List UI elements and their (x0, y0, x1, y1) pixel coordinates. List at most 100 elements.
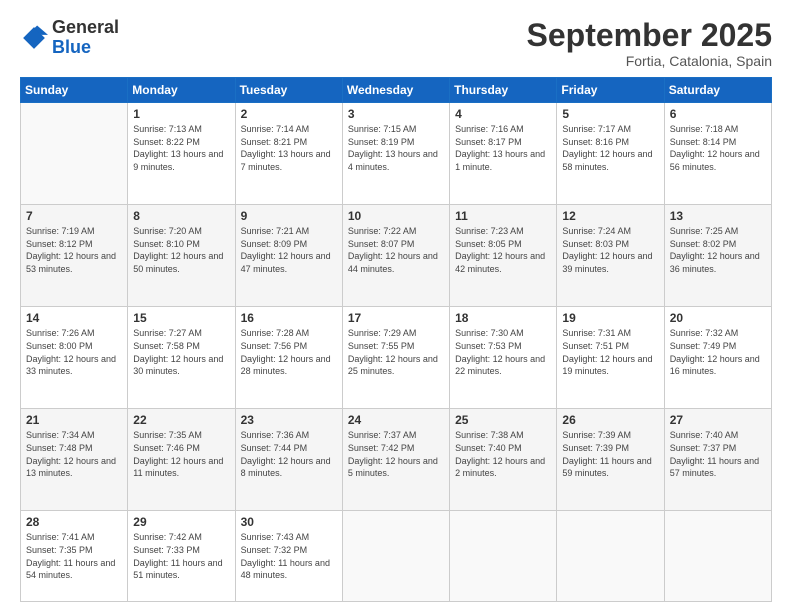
week-row-2: 7 Sunrise: 7:19 AMSunset: 8:12 PMDaylight… (21, 205, 772, 307)
day-header-wednesday: Wednesday (342, 78, 449, 103)
day-info: Sunrise: 7:14 AMSunset: 8:21 PMDaylight:… (241, 123, 337, 173)
day-info: Sunrise: 7:42 AMSunset: 7:33 PMDaylight:… (133, 531, 229, 581)
location: Fortia, Catalonia, Spain (527, 53, 772, 69)
day-header-sunday: Sunday (21, 78, 128, 103)
calendar-cell: 21 Sunrise: 7:34 AMSunset: 7:48 PMDayligh… (21, 409, 128, 511)
week-row-3: 14 Sunrise: 7:26 AMSunset: 8:00 PMDayligh… (21, 307, 772, 409)
day-number: 18 (455, 311, 551, 325)
day-number: 16 (241, 311, 337, 325)
header: General Blue September 2025 Fortia, Cata… (20, 18, 772, 69)
day-number: 23 (241, 413, 337, 427)
logo: General Blue (20, 18, 119, 58)
day-header-tuesday: Tuesday (235, 78, 342, 103)
day-number: 29 (133, 515, 229, 529)
day-number: 25 (455, 413, 551, 427)
week-row-4: 21 Sunrise: 7:34 AMSunset: 7:48 PMDayligh… (21, 409, 772, 511)
day-info: Sunrise: 7:13 AMSunset: 8:22 PMDaylight:… (133, 123, 229, 173)
day-number: 27 (670, 413, 766, 427)
month-title: September 2025 (527, 18, 772, 53)
day-number: 2 (241, 107, 337, 121)
calendar-cell: 30 Sunrise: 7:43 AMSunset: 7:32 PMDayligh… (235, 511, 342, 602)
calendar-cell: 7 Sunrise: 7:19 AMSunset: 8:12 PMDaylight… (21, 205, 128, 307)
calendar-cell: 23 Sunrise: 7:36 AMSunset: 7:44 PMDayligh… (235, 409, 342, 511)
day-header-saturday: Saturday (664, 78, 771, 103)
day-number: 8 (133, 209, 229, 223)
calendar-cell (21, 103, 128, 205)
day-number: 17 (348, 311, 444, 325)
calendar-cell: 24 Sunrise: 7:37 AMSunset: 7:42 PMDayligh… (342, 409, 449, 511)
day-info: Sunrise: 7:26 AMSunset: 8:00 PMDaylight:… (26, 327, 122, 377)
day-number: 15 (133, 311, 229, 325)
day-number: 7 (26, 209, 122, 223)
day-info: Sunrise: 7:19 AMSunset: 8:12 PMDaylight:… (26, 225, 122, 275)
calendar-cell: 5Sunrise: 7:17 AMSunset: 8:16 PMDaylight… (557, 103, 664, 205)
calendar-header-row: SundayMondayTuesdayWednesdayThursdayFrid… (21, 78, 772, 103)
calendar-cell: 17 Sunrise: 7:29 AMSunset: 7:55 PMDayligh… (342, 307, 449, 409)
logo-blue: Blue (52, 37, 91, 57)
day-info: Sunrise: 7:34 AMSunset: 7:48 PMDaylight:… (26, 429, 122, 479)
calendar-cell: 20 Sunrise: 7:32 AMSunset: 7:49 PMDayligh… (664, 307, 771, 409)
day-number: 4 (455, 107, 551, 121)
day-number: 14 (26, 311, 122, 325)
calendar-cell: 9 Sunrise: 7:21 AMSunset: 8:09 PMDaylight… (235, 205, 342, 307)
title-block: September 2025 Fortia, Catalonia, Spain (527, 18, 772, 69)
day-info: Sunrise: 7:21 AMSunset: 8:09 PMDaylight:… (241, 225, 337, 275)
day-number: 26 (562, 413, 658, 427)
day-info: Sunrise: 7:15 AMSunset: 8:19 PMDaylight:… (348, 123, 444, 173)
day-info: Sunrise: 7:17 AMSunset: 8:16 PMDaylight:… (562, 123, 658, 173)
week-row-1: 1 Sunrise: 7:13 AMSunset: 8:22 PMDaylight… (21, 103, 772, 205)
day-number: 28 (26, 515, 122, 529)
calendar-cell: 4Sunrise: 7:16 AMSunset: 8:17 PMDaylight… (450, 103, 557, 205)
day-info: Sunrise: 7:28 AMSunset: 7:56 PMDaylight:… (241, 327, 337, 377)
calendar-cell (557, 511, 664, 602)
day-number: 19 (562, 311, 658, 325)
day-number: 30 (241, 515, 337, 529)
logo-general: General (52, 17, 119, 37)
calendar-cell: 8 Sunrise: 7:20 AMSunset: 8:10 PMDaylight… (128, 205, 235, 307)
day-number: 13 (670, 209, 766, 223)
day-number: 9 (241, 209, 337, 223)
calendar-cell (450, 511, 557, 602)
calendar-cell: 13Sunrise: 7:25 AMSunset: 8:02 PMDayligh… (664, 205, 771, 307)
calendar-cell: 6Sunrise: 7:18 AMSunset: 8:14 PMDaylight… (664, 103, 771, 205)
day-info: Sunrise: 7:30 AMSunset: 7:53 PMDaylight:… (455, 327, 551, 377)
day-info: Sunrise: 7:20 AMSunset: 8:10 PMDaylight:… (133, 225, 229, 275)
calendar-table: SundayMondayTuesdayWednesdayThursdayFrid… (20, 77, 772, 602)
day-info: Sunrise: 7:29 AMSunset: 7:55 PMDaylight:… (348, 327, 444, 377)
day-info: Sunrise: 7:43 AMSunset: 7:32 PMDaylight:… (241, 531, 337, 581)
calendar-cell: 3 Sunrise: 7:15 AMSunset: 8:19 PMDaylight… (342, 103, 449, 205)
day-number: 11 (455, 209, 551, 223)
logo-text: General Blue (52, 18, 119, 58)
day-info: Sunrise: 7:41 AMSunset: 7:35 PMDaylight:… (26, 531, 122, 581)
calendar-cell: 18 Sunrise: 7:30 AMSunset: 7:53 PMDayligh… (450, 307, 557, 409)
day-number: 20 (670, 311, 766, 325)
calendar-cell: 19 Sunrise: 7:31 AMSunset: 7:51 PMDayligh… (557, 307, 664, 409)
calendar-cell: 12Sunrise: 7:24 AMSunset: 8:03 PMDayligh… (557, 205, 664, 307)
day-info: Sunrise: 7:31 AMSunset: 7:51 PMDaylight:… (562, 327, 658, 377)
day-info: Sunrise: 7:27 AMSunset: 7:58 PMDaylight:… (133, 327, 229, 377)
calendar-cell: 14 Sunrise: 7:26 AMSunset: 8:00 PMDayligh… (21, 307, 128, 409)
calendar-cell: 28 Sunrise: 7:41 AMSunset: 7:35 PMDayligh… (21, 511, 128, 602)
logo-icon (20, 24, 48, 52)
calendar-cell (342, 511, 449, 602)
calendar-cell (664, 511, 771, 602)
day-number: 10 (348, 209, 444, 223)
calendar-cell: 10Sunrise: 7:22 AMSunset: 8:07 PMDayligh… (342, 205, 449, 307)
day-info: Sunrise: 7:32 AMSunset: 7:49 PMDaylight:… (670, 327, 766, 377)
day-info: Sunrise: 7:37 AMSunset: 7:42 PMDaylight:… (348, 429, 444, 479)
calendar-cell: 16 Sunrise: 7:28 AMSunset: 7:56 PMDayligh… (235, 307, 342, 409)
day-number: 21 (26, 413, 122, 427)
calendar-cell: 11Sunrise: 7:23 AMSunset: 8:05 PMDayligh… (450, 205, 557, 307)
week-row-5: 28 Sunrise: 7:41 AMSunset: 7:35 PMDayligh… (21, 511, 772, 602)
page: General Blue September 2025 Fortia, Cata… (0, 0, 792, 612)
day-number: 24 (348, 413, 444, 427)
day-header-monday: Monday (128, 78, 235, 103)
day-number: 1 (133, 107, 229, 121)
day-info: Sunrise: 7:36 AMSunset: 7:44 PMDaylight:… (241, 429, 337, 479)
day-info: Sunrise: 7:38 AMSunset: 7:40 PMDaylight:… (455, 429, 551, 479)
day-info: Sunrise: 7:35 AMSunset: 7:46 PMDaylight:… (133, 429, 229, 479)
day-number: 3 (348, 107, 444, 121)
day-info: Sunrise: 7:18 AMSunset: 8:14 PMDaylight:… (670, 123, 766, 173)
calendar-cell: 22Sunrise: 7:35 AMSunset: 7:46 PMDayligh… (128, 409, 235, 511)
calendar-cell: 1 Sunrise: 7:13 AMSunset: 8:22 PMDaylight… (128, 103, 235, 205)
